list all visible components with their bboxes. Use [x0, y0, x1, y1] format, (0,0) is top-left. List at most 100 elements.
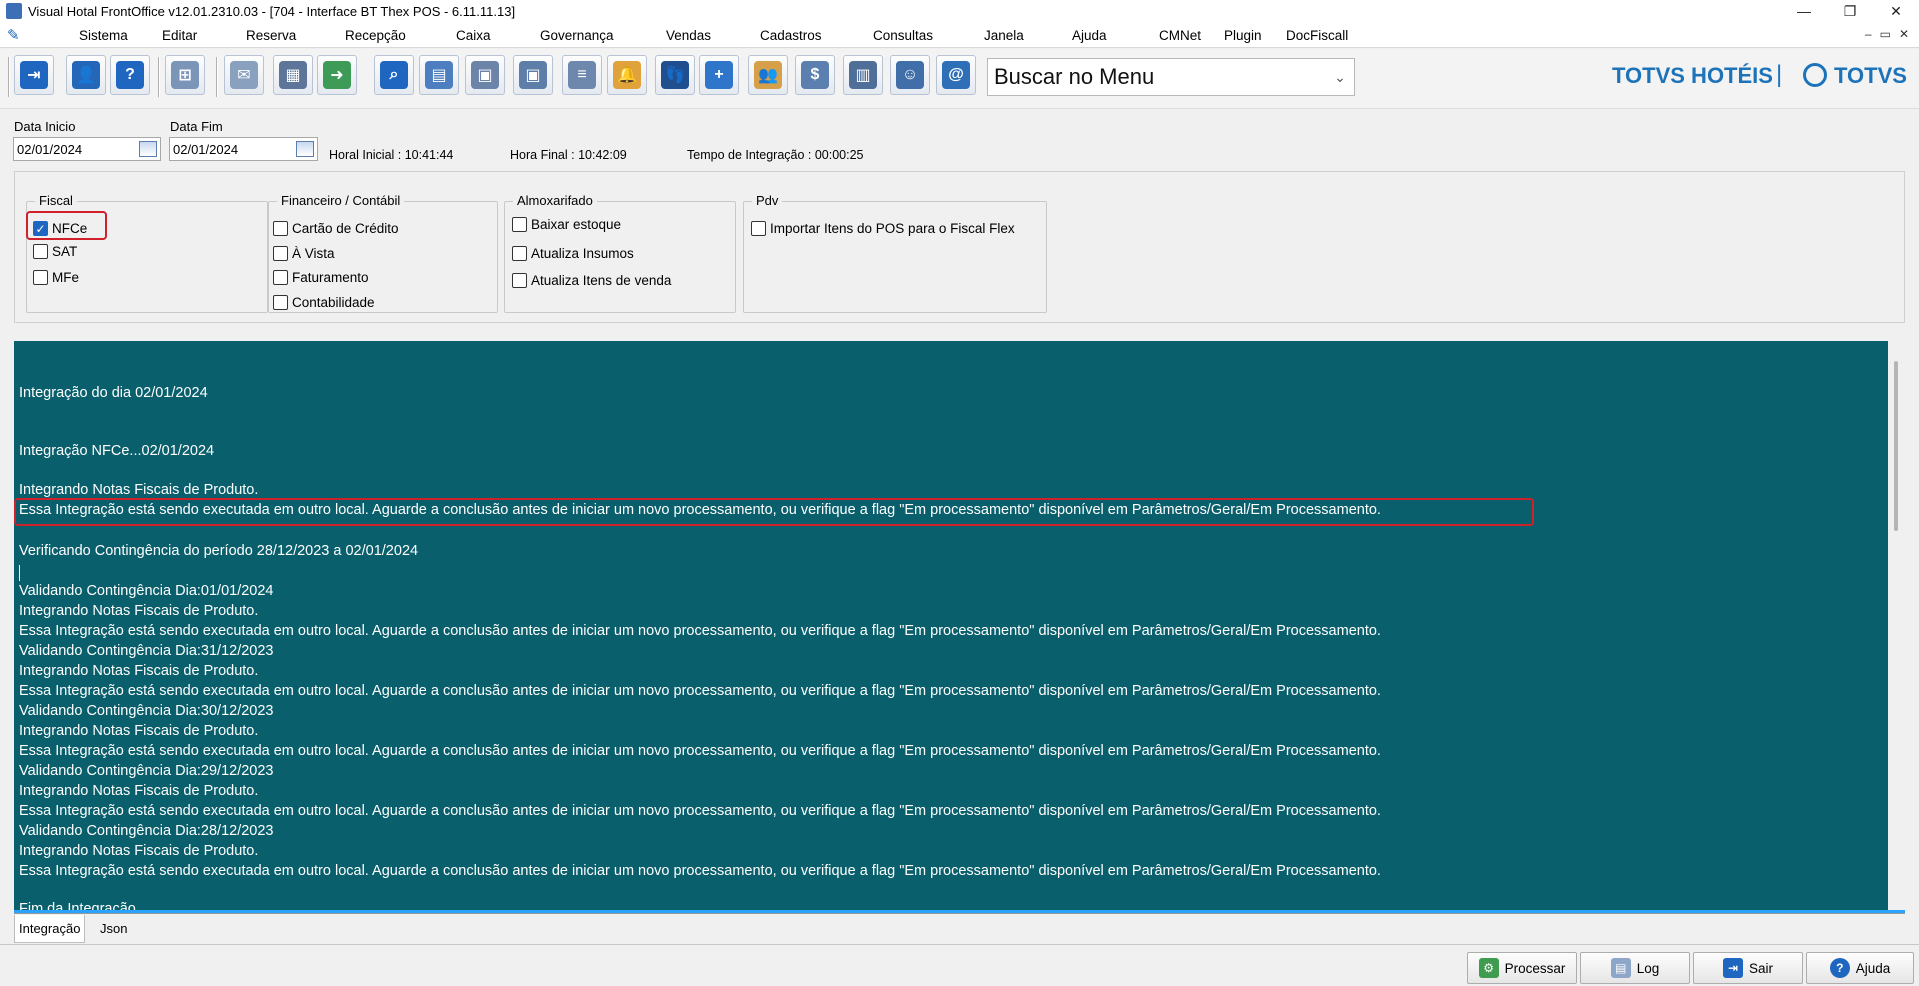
checkbox-cartao-label: Cartão de Crédito — [292, 221, 399, 236]
cash-register-toolbar-button[interactable]: $ — [795, 55, 835, 95]
checkbox-atualiza-itens-venda[interactable]: Atualiza Itens de venda — [512, 273, 671, 288]
menu-docfiscall[interactable]: DocFiscall — [1286, 28, 1348, 43]
end-date-field[interactable]: 02/01/2024 — [169, 137, 318, 161]
menu-sistema[interactable]: Sistema — [79, 28, 128, 43]
log-button[interactable]: ▤ Log — [1580, 952, 1690, 984]
mdi-close-icon[interactable]: ✕ — [1899, 27, 1909, 41]
mail-toolbar-button[interactable]: ✉ — [224, 55, 264, 95]
totvs-hoteis-logo: TOTVS HOTÉIS — [1612, 63, 1773, 88]
checkbox-importar-itens-pos[interactable]: Importar Itens do POS para o Fiscal Flex — [751, 221, 1015, 236]
menu-editar[interactable]: Editar — [162, 28, 197, 43]
scrollbar-thumb[interactable] — [1894, 361, 1898, 531]
menu-plugin[interactable]: Plugin — [1224, 28, 1262, 43]
calendar-icon[interactable] — [139, 141, 157, 157]
help-toolbar-button[interactable]: ? — [110, 55, 150, 95]
log-line: Integrando Notas Fiscais de Produto. — [19, 663, 259, 679]
add-user-toolbar-button[interactable]: + — [699, 55, 739, 95]
bell-toolbar-button[interactable]: 🔔 — [607, 55, 647, 95]
menu-ajuda[interactable]: Ajuda — [1072, 28, 1107, 43]
calendar-toolbar-button[interactable]: ▤ — [419, 55, 459, 95]
mdi-controls: – ▭ ✕ — [1865, 27, 1909, 41]
search-toolbar-button[interactable]: ⌕ — [374, 55, 414, 95]
menu-janela[interactable]: Janela — [984, 28, 1024, 43]
mdi-restore-icon[interactable]: ▭ — [1880, 27, 1891, 41]
user-key-toolbar-button[interactable]: 👤 — [66, 55, 106, 95]
checkbox-box — [512, 217, 527, 232]
log-line: Essa Integração está sendo executada em … — [19, 683, 1381, 699]
mail-send-toolbar-button[interactable]: ➜ — [317, 55, 357, 95]
menu-recepcao[interactable]: Recepção — [345, 28, 406, 43]
receptionist-toolbar-button[interactable]: ☺ — [890, 55, 930, 95]
minimize-icon[interactable]: — — [1781, 0, 1827, 22]
log-label: Log — [1636, 960, 1660, 976]
calculator-toolbar-button[interactable]: ▦ — [273, 55, 313, 95]
sair-button[interactable]: ⇥ Sair — [1693, 952, 1803, 984]
checkbox-baixar-estoque-label: Baixar estoque — [531, 217, 622, 232]
processar-button[interactable]: ⚙ Processar — [1467, 952, 1577, 984]
pos-terminal-icon: ▥ — [849, 61, 877, 89]
mdi-minimize-icon[interactable]: – — [1865, 27, 1872, 41]
ajuda-button[interactable]: ? Ajuda — [1806, 952, 1914, 984]
group-fiscal-title: Fiscal — [35, 193, 77, 208]
checkbox-box — [512, 246, 527, 261]
address-book-toolbar-button[interactable]: @ — [936, 55, 976, 95]
log-line: Integrando Notas Fiscais de Produto. — [19, 723, 259, 739]
checkbox-atualiza-insumos-label: Atualiza Insumos — [531, 246, 634, 261]
menu-search-text: Buscar no Menu — [994, 64, 1155, 89]
start-date-label: Data Inicio — [14, 119, 76, 134]
chevron-down-icon[interactable]: ⌄ — [1326, 69, 1354, 86]
log-line: Validando Contingência Dia:31/12/2023 — [19, 643, 274, 659]
guest-card-toolbar-button[interactable]: ▣ — [465, 55, 505, 95]
menu-reserva[interactable]: Reserva — [246, 28, 296, 43]
checkbox-contabilidade-label: Contabilidade — [292, 295, 375, 310]
checkbox-atualiza-insumos[interactable]: Atualiza Insumos — [512, 246, 634, 261]
toolbar: Buscar no Menu ⌄ TOTVS HOTÉIS | TOTVS ⇥ 👤… — [0, 49, 1919, 109]
checkbox-baixar-estoque[interactable]: Baixar estoque — [512, 217, 621, 232]
menu-search-combo[interactable]: Buscar no Menu ⌄ — [987, 58, 1355, 96]
log-line: Validando Contingência Dia:29/12/2023 — [19, 763, 274, 779]
close-icon[interactable]: ✕ — [1873, 0, 1919, 22]
integration-log[interactable]: Integração do dia 02/01/2024 Integração … — [14, 341, 1905, 913]
calendar-icon[interactable] — [296, 141, 314, 157]
text-cursor — [19, 565, 20, 581]
checkbox-importar-label: Importar Itens do POS para o Fiscal Flex — [770, 221, 1015, 236]
org-chart-toolbar-button[interactable]: ⊞ — [165, 55, 205, 95]
guest-card-icon: ▣ — [471, 61, 499, 89]
checkbox-faturamento[interactable]: Faturamento — [273, 270, 369, 285]
menu-consultas[interactable]: Consultas — [873, 28, 933, 43]
restore-icon[interactable]: ❐ — [1827, 0, 1873, 22]
tab-json[interactable]: Json — [96, 915, 131, 942]
log-scrollbar[interactable] — [1888, 341, 1905, 913]
checkbox-contabilidade[interactable]: Contabilidade — [273, 295, 375, 310]
cash-register-icon: $ — [801, 61, 829, 89]
exit-icon: ⇥ — [20, 61, 48, 89]
menu-cmnet[interactable]: CMNet — [1159, 28, 1201, 43]
id-card-toolbar-button[interactable]: ▣ — [513, 55, 553, 95]
org-chart-icon: ⊞ — [171, 61, 199, 89]
log-line: Validando Contingência Dia:01/01/2024 — [19, 583, 274, 599]
checkbox-sat[interactable]: SAT — [33, 244, 77, 259]
log-line: Essa Integração está sendo executada em … — [19, 623, 1381, 639]
report-toolbar-button[interactable]: ≡ — [562, 55, 602, 95]
receptionist-icon: ☺ — [896, 61, 924, 89]
start-date-value: 02/01/2024 — [17, 141, 83, 157]
menu-cadastros[interactable]: Cadastros — [760, 28, 822, 43]
checkbox-cartao-credito[interactable]: Cartão de Crédito — [273, 221, 399, 236]
pos-terminal-toolbar-button[interactable]: ▥ — [843, 55, 883, 95]
tab-integracao[interactable]: Integração — [14, 915, 86, 943]
pin-icon[interactable]: ✎ — [7, 26, 23, 44]
users-bell-toolbar-button[interactable]: 👥 — [748, 55, 788, 95]
checkbox-mfe[interactable]: MFe — [33, 270, 79, 285]
help-icon: ? — [116, 61, 144, 89]
checkbox-a-vista[interactable]: À Vista — [273, 246, 335, 261]
menu-governanca[interactable]: Governança — [540, 28, 614, 43]
checkbox-a-vista-label: À Vista — [292, 246, 335, 261]
exit-toolbar-button[interactable]: ⇥ — [14, 55, 54, 95]
users-bell-icon: 👥 — [754, 61, 782, 89]
checkbox-atualiza-itens-label: Atualiza Itens de venda — [531, 273, 672, 288]
footsteps-toolbar-button[interactable]: 👣 — [655, 55, 695, 95]
menu-caixa[interactable]: Caixa — [456, 28, 491, 43]
menu-vendas[interactable]: Vendas — [666, 28, 711, 43]
start-date-field[interactable]: 02/01/2024 — [13, 137, 161, 161]
document-icon: ▤ — [1610, 958, 1631, 978]
